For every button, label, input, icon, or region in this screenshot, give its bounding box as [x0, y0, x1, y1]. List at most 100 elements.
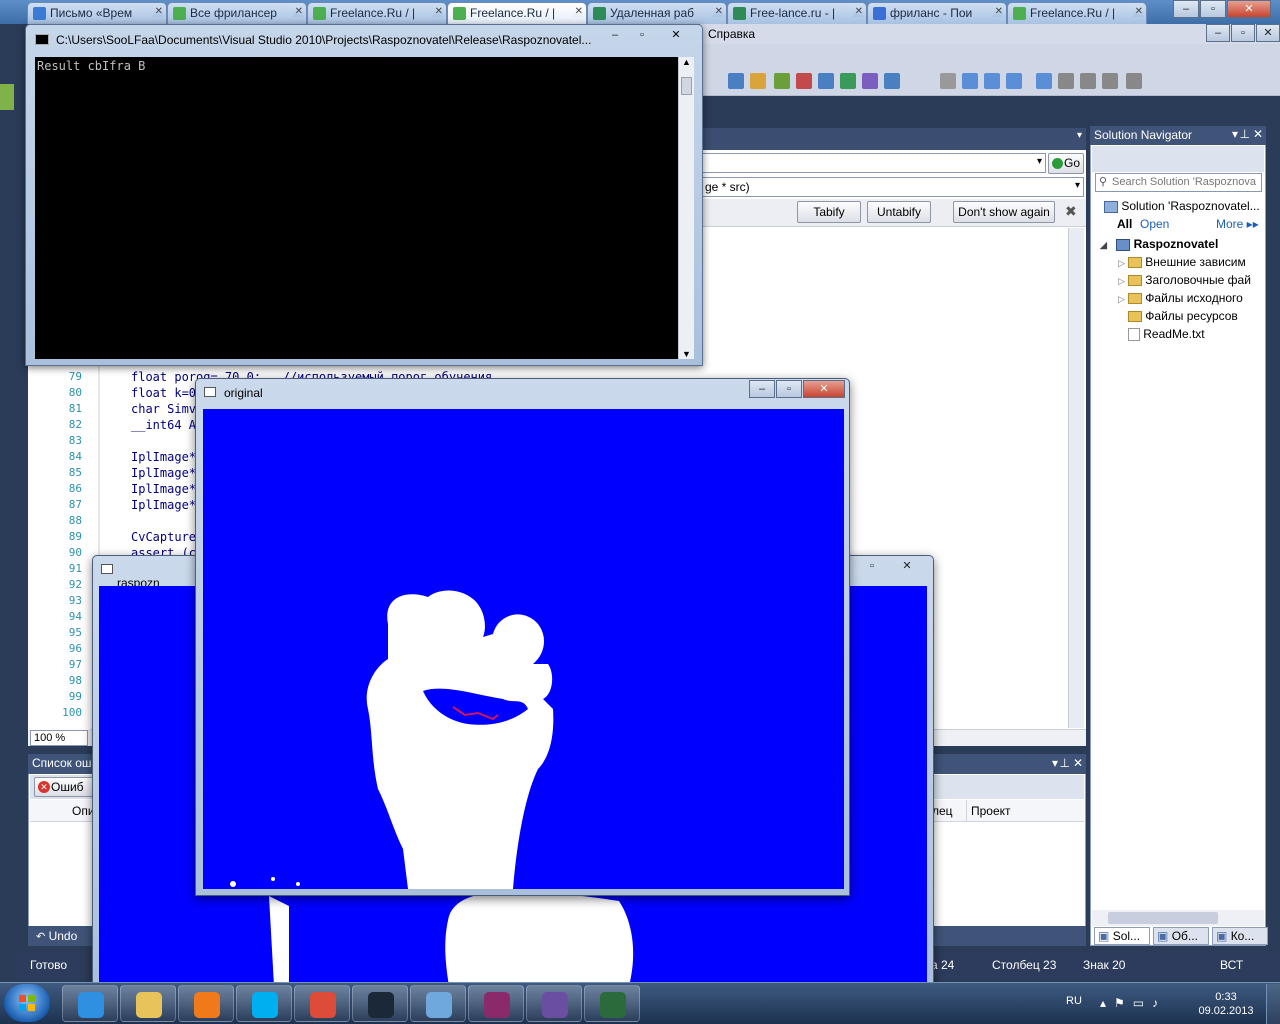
close-button[interactable]: ✕: [656, 27, 696, 45]
toolbar-button-icon[interactable]: [984, 73, 1000, 89]
close-button[interactable]: ✕: [803, 380, 845, 398]
tree-item[interactable]: ▷ Внешние зависим: [1118, 255, 1246, 269]
code-line[interactable]: IplImage*: [131, 450, 196, 464]
dropdown-icon[interactable]: ▾: [1232, 127, 1238, 141]
code-line[interactable]: char Simv: [131, 402, 196, 416]
filter-all[interactable]: All: [1117, 217, 1132, 231]
dropdown-icon[interactable]: ▾: [1052, 756, 1058, 770]
column-column[interactable]: лец: [932, 804, 953, 818]
tree-item[interactable]: ▷ Заголовочные фай: [1118, 273, 1251, 287]
close-icon[interactable]: ✖: [1065, 203, 1077, 220]
maximize-button[interactable]: ▫: [858, 558, 886, 576]
class-combo[interactable]: ▾: [700, 153, 1046, 173]
expand-arrow-icon[interactable]: ▷: [1118, 276, 1125, 286]
close-tab-icon[interactable]: ✕: [572, 6, 583, 17]
toolbar-button-icon[interactable]: [940, 73, 956, 89]
code-line[interactable]: IplImage*: [131, 466, 196, 480]
media-player-taskbar-button[interactable]: [178, 985, 234, 1022]
code-line[interactable]: IplImage*: [131, 498, 196, 512]
filter-open[interactable]: Open: [1140, 217, 1169, 231]
console-app-taskbar-button[interactable]: [584, 985, 640, 1022]
solution-bottom-tab[interactable]: ▣ Sol...: [1094, 927, 1150, 945]
tree-item[interactable]: ▷ ReadMe.txt: [1118, 327, 1205, 342]
dont-show-again-button[interactable]: Don't show again: [953, 201, 1055, 223]
toolbar-button-icon[interactable]: [1036, 73, 1052, 89]
function-combo[interactable]: ge * src) ▾: [700, 177, 1084, 197]
tray-icons[interactable]: ▴⚑▭♪: [1100, 996, 1166, 1010]
solution-search-input[interactable]: ⚲ Search Solution 'Raspoznova: [1095, 173, 1262, 192]
close-button[interactable]: ✕: [1227, 0, 1271, 18]
toolbar-button-icon[interactable]: [840, 73, 856, 89]
toolbar-button-icon[interactable]: [1126, 73, 1142, 89]
toolbar-button-icon[interactable]: [962, 73, 978, 89]
browser-tab[interactable]: Freelance.Ru / | ✕: [447, 2, 587, 25]
browser-tab[interactable]: Удаленная раб ✕: [587, 2, 727, 24]
toolbar-button-icon[interactable]: [1006, 73, 1022, 89]
solution-node[interactable]: Solution 'Raspoznovatel...: [1104, 199, 1260, 213]
close-button[interactable]: ✕: [887, 558, 927, 576]
code-line[interactable]: IplImage*: [131, 482, 196, 496]
toolbar-button-icon[interactable]: [774, 73, 790, 89]
console-scrollbar[interactable]: ▲ ▼: [678, 57, 694, 359]
browser-tab[interactable]: Письмо «Врем ✕: [27, 2, 167, 24]
toolbar-button-icon[interactable]: [1058, 73, 1074, 89]
console-window[interactable]: C:\Users\SooLFaa\Documents\Visual Studio…: [25, 24, 703, 366]
untabify-button[interactable]: Untabify: [867, 201, 931, 223]
close-tab-icon[interactable]: ✕: [992, 6, 1003, 17]
toolbar-button-icon[interactable]: [884, 73, 900, 89]
chevron-down-icon[interactable]: ▾: [1077, 130, 1082, 141]
pin-icon[interactable]: ⊥: [1060, 756, 1070, 770]
browser-tab[interactable]: Free-lance.ru - | ✕: [727, 2, 867, 24]
pin-icon[interactable]: ⊥: [1240, 127, 1250, 141]
errors-filter-button[interactable]: ✕ Ошиб: [34, 777, 96, 797]
close-tab-icon[interactable]: ✕: [852, 6, 863, 17]
start-button[interactable]: [4, 984, 50, 1022]
toolbar-button-icon[interactable]: [1102, 73, 1118, 89]
minimize-button[interactable]: –: [602, 27, 628, 45]
vs-minimize-button[interactable]: –: [1206, 24, 1230, 42]
close-tab-icon[interactable]: ✕: [292, 6, 303, 17]
zoom-combo[interactable]: 100 %: [30, 730, 88, 746]
clock[interactable]: 0:33 09.02.2013: [1194, 990, 1258, 1018]
toolbar-button-icon[interactable]: [750, 73, 766, 89]
expand-arrow-icon[interactable]: ▷: [1118, 294, 1125, 304]
solution-bottom-tab[interactable]: ▣ Ко...: [1212, 927, 1268, 945]
visual-studio-taskbar-button[interactable]: [526, 985, 582, 1022]
maximize-button[interactable]: ▫: [629, 27, 655, 45]
browser-tab[interactable]: фриланс - Пои ✕: [867, 2, 1007, 24]
solution-bottom-tab[interactable]: ▣ Об...: [1153, 927, 1209, 945]
project-node[interactable]: ◢ Raspoznovatel: [1100, 237, 1218, 251]
chrome-taskbar-button[interactable]: [294, 985, 350, 1022]
language-indicator[interactable]: RU: [1066, 995, 1082, 1007]
maximize-button[interactable]: ▫: [776, 380, 802, 398]
skype-taskbar-button[interactable]: [236, 985, 292, 1022]
vs-restore-button[interactable]: ▫: [1231, 24, 1255, 42]
browser-tab[interactable]: Freelance.Ru / | ✕: [1007, 2, 1147, 24]
maximize-button[interactable]: ▫: [1200, 0, 1226, 18]
browser-tab[interactable]: Freelance.Ru / | ✕: [307, 2, 447, 24]
column-project[interactable]: Проект: [971, 804, 1011, 818]
toolbar-button-icon[interactable]: [796, 73, 812, 89]
minimize-button[interactable]: –: [749, 380, 775, 398]
close-tab-icon[interactable]: ✕: [1132, 6, 1143, 17]
close-tab-icon[interactable]: ✕: [432, 6, 443, 17]
toolbar-button-icon[interactable]: [1080, 73, 1096, 89]
tree-item[interactable]: ▷ Файлы исходного: [1118, 291, 1243, 305]
minimize-button[interactable]: –: [1173, 0, 1199, 18]
steam-taskbar-button[interactable]: [352, 985, 408, 1022]
winrar-taskbar-button[interactable]: [468, 985, 524, 1022]
go-button[interactable]: Go: [1048, 153, 1084, 174]
notepad-taskbar-button[interactable]: [410, 985, 466, 1022]
menu-help[interactable]: Справка: [708, 27, 755, 41]
vs-close-button[interactable]: ✕: [1256, 24, 1280, 42]
tabify-button[interactable]: Tabify: [797, 201, 861, 223]
close-tab-icon[interactable]: ✕: [712, 6, 723, 17]
code-line[interactable]: __int64 A: [131, 418, 196, 432]
toolbar-button-icon[interactable]: [862, 73, 878, 89]
code-line[interactable]: float k=0: [131, 386, 196, 400]
code-line[interactable]: CvCapture: [131, 530, 196, 544]
solution-horizontal-scrollbar[interactable]: [1092, 910, 1264, 926]
internet-explorer-taskbar-button[interactable]: [62, 985, 118, 1022]
close-tab-icon[interactable]: ✕: [152, 6, 163, 17]
editor-vertical-scrollbar[interactable]: [1068, 228, 1084, 728]
